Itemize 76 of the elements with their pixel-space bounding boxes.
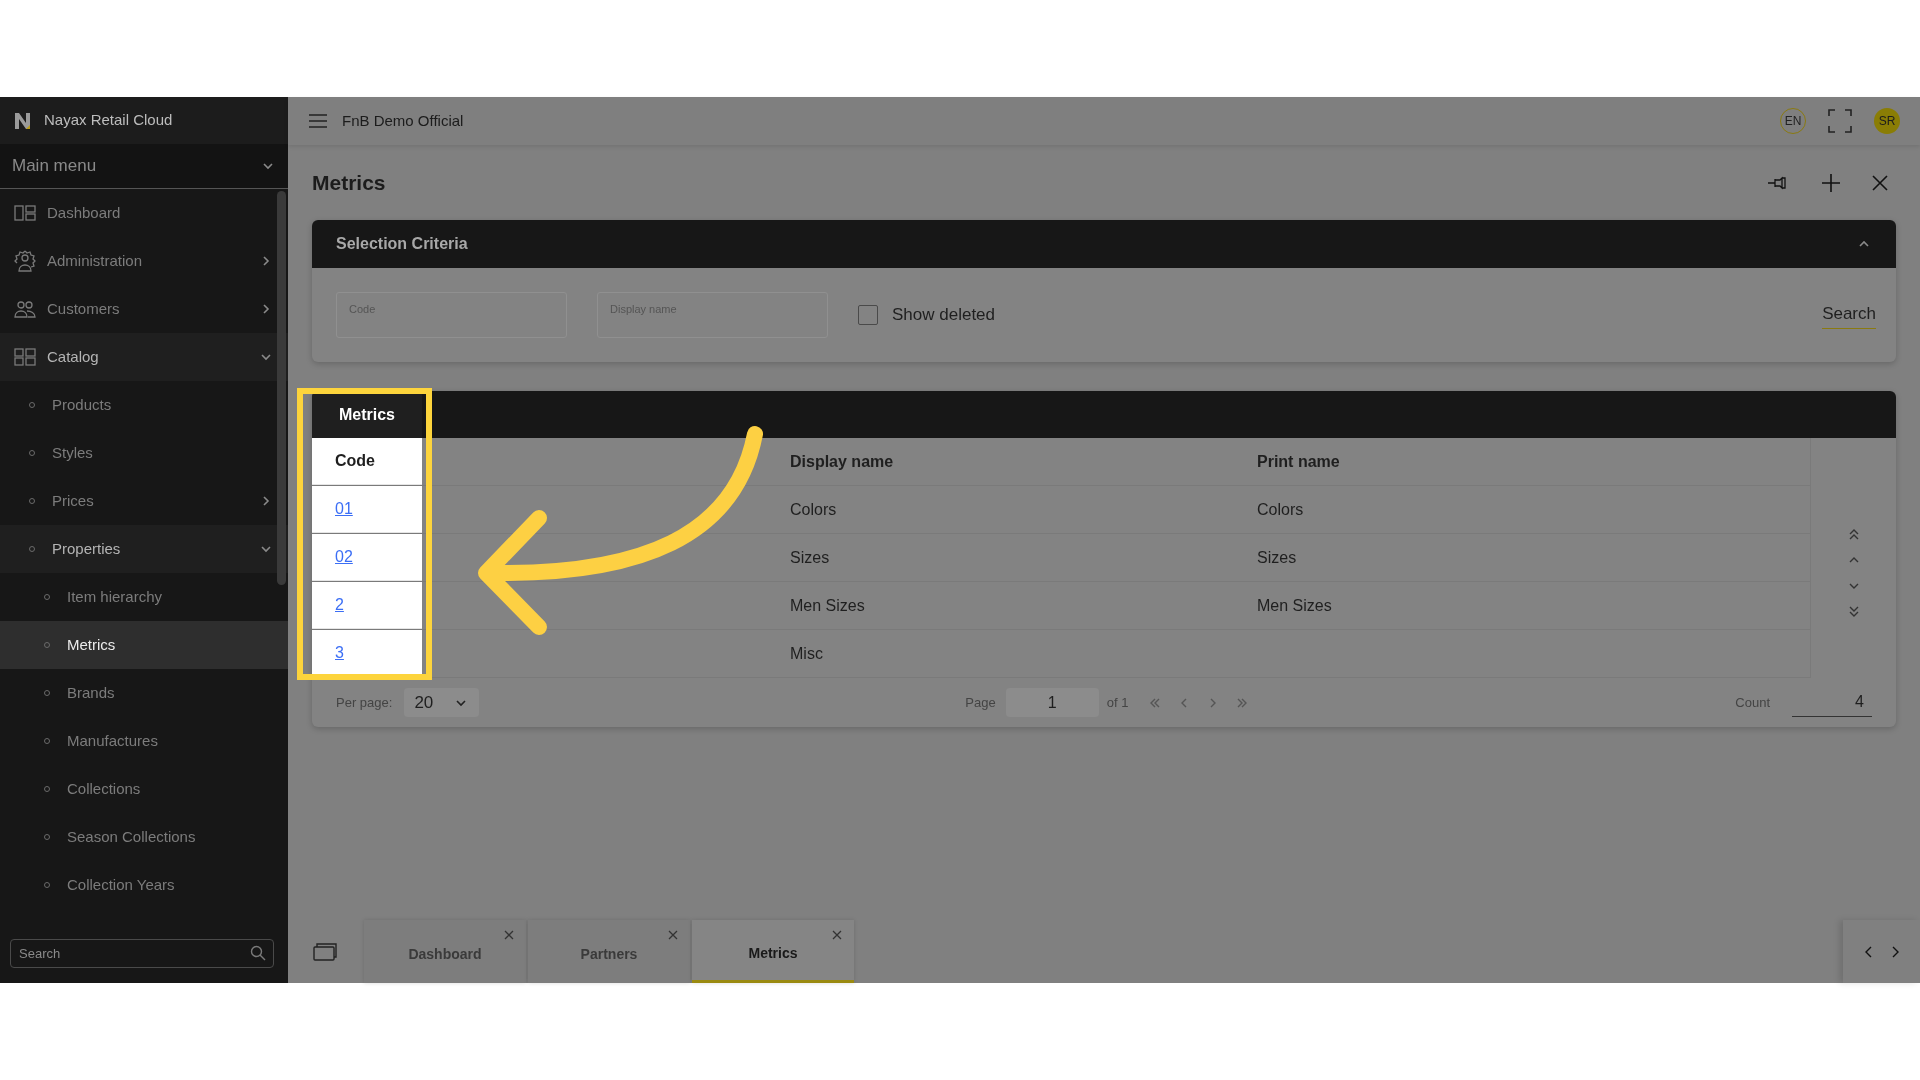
bullet-icon [28, 401, 36, 409]
section-title: Selection Criteria [336, 234, 468, 254]
bullet-icon [28, 497, 36, 505]
bullet-icon [28, 449, 36, 457]
bullet-icon [43, 785, 51, 793]
checkbox[interactable] [858, 305, 878, 325]
table-cell-text: Sizes [1257, 547, 1297, 568]
sidebar-item[interactable]: Manufactures [0, 717, 288, 765]
sidebar-item[interactable]: Metrics [0, 621, 288, 669]
bullet-icon [43, 833, 51, 841]
sidebar-item[interactable]: Item hierarchy [0, 573, 288, 621]
sidebar-item[interactable]: Dashboard [0, 189, 288, 237]
count-field: 4 [1792, 688, 1872, 717]
fullscreen-icon[interactable] [1828, 109, 1852, 133]
sidebar-item[interactable]: Catalog [0, 333, 288, 381]
code-link[interactable]: 3 [335, 641, 344, 665]
menu-icon[interactable] [308, 113, 328, 129]
people-icon [14, 299, 36, 319]
close-icon[interactable] [832, 930, 842, 940]
bullet-icon [43, 689, 51, 697]
gear-person-icon [14, 250, 36, 272]
table-cell-text: Men Sizes [1257, 595, 1332, 616]
page-label: Page [965, 693, 996, 712]
sidebar-item[interactable]: Administration [0, 237, 288, 285]
bullet-icon [43, 593, 51, 601]
bullet-icon [43, 881, 51, 889]
column-header: Code [312, 438, 422, 485]
code-link[interactable]: 01 [335, 497, 353, 521]
scrollbar[interactable] [277, 191, 286, 585]
table-cell-text: Misc [790, 643, 824, 664]
page-count: of 1 [1106, 693, 1129, 712]
search-button[interactable]: Search [1822, 301, 1876, 329]
sidebar-item[interactable]: Brands [0, 669, 288, 717]
search-field[interactable]: Search [10, 938, 274, 968]
close-icon[interactable] [504, 930, 514, 940]
sidebar-item[interactable]: Collections [0, 765, 288, 813]
search-icon [250, 944, 266, 961]
table-cell-text: Colors [1257, 499, 1304, 520]
tab[interactable]: Dashboard [364, 920, 526, 983]
close-icon[interactable] [1872, 174, 1888, 191]
code-link[interactable]: 2 [335, 593, 344, 617]
count-label: Count [1735, 693, 1770, 712]
grid-title: Metrics [312, 391, 422, 438]
tab[interactable]: Metrics [692, 920, 854, 983]
user-avatar[interactable]: SR [1874, 108, 1900, 134]
bullet-icon [28, 545, 36, 553]
sidebar-item[interactable]: Customers [0, 285, 288, 333]
table-cell-text: Sizes [790, 547, 831, 568]
per-page-label: Per page: [336, 693, 393, 712]
table-cell-text: Men Sizes [790, 595, 866, 616]
windows-icon[interactable] [313, 941, 337, 962]
code-link[interactable]: 02 [335, 545, 353, 569]
column-header: Display name [790, 451, 895, 472]
close-icon[interactable] [668, 930, 678, 940]
grid-icon [14, 347, 36, 367]
sidebar-item[interactable]: Styles [0, 429, 288, 477]
sidebar-item[interactable]: Collection Years [0, 861, 288, 909]
sidebar-item[interactable]: Properties [0, 525, 288, 573]
sidebar-item[interactable]: Products [0, 381, 288, 429]
page-field[interactable]: 1 [1005, 688, 1099, 717]
checkbox-label: Show deleted [892, 304, 996, 327]
bullet-icon [43, 737, 51, 745]
column-header: Print name [1257, 451, 1340, 472]
bullet-icon [43, 641, 51, 649]
table-cell-text: Colors [790, 499, 838, 520]
add-icon[interactable] [1822, 173, 1840, 192]
per-page-select[interactable]: 20 [404, 688, 480, 717]
main-menu-dropdown[interactable]: Main menu [0, 144, 288, 189]
logo-icon [14, 111, 32, 130]
sidebar-item[interactable]: Season Collections [0, 813, 288, 861]
dashboard-icon [14, 203, 36, 223]
sidebar-item[interactable]: Prices [0, 477, 288, 525]
page-title: Metrics [312, 169, 386, 196]
company-name: FnB Demo Official [342, 110, 464, 131]
brand-title: Nayax Retail Cloud [44, 110, 173, 131]
tab[interactable]: Partners [528, 920, 690, 983]
